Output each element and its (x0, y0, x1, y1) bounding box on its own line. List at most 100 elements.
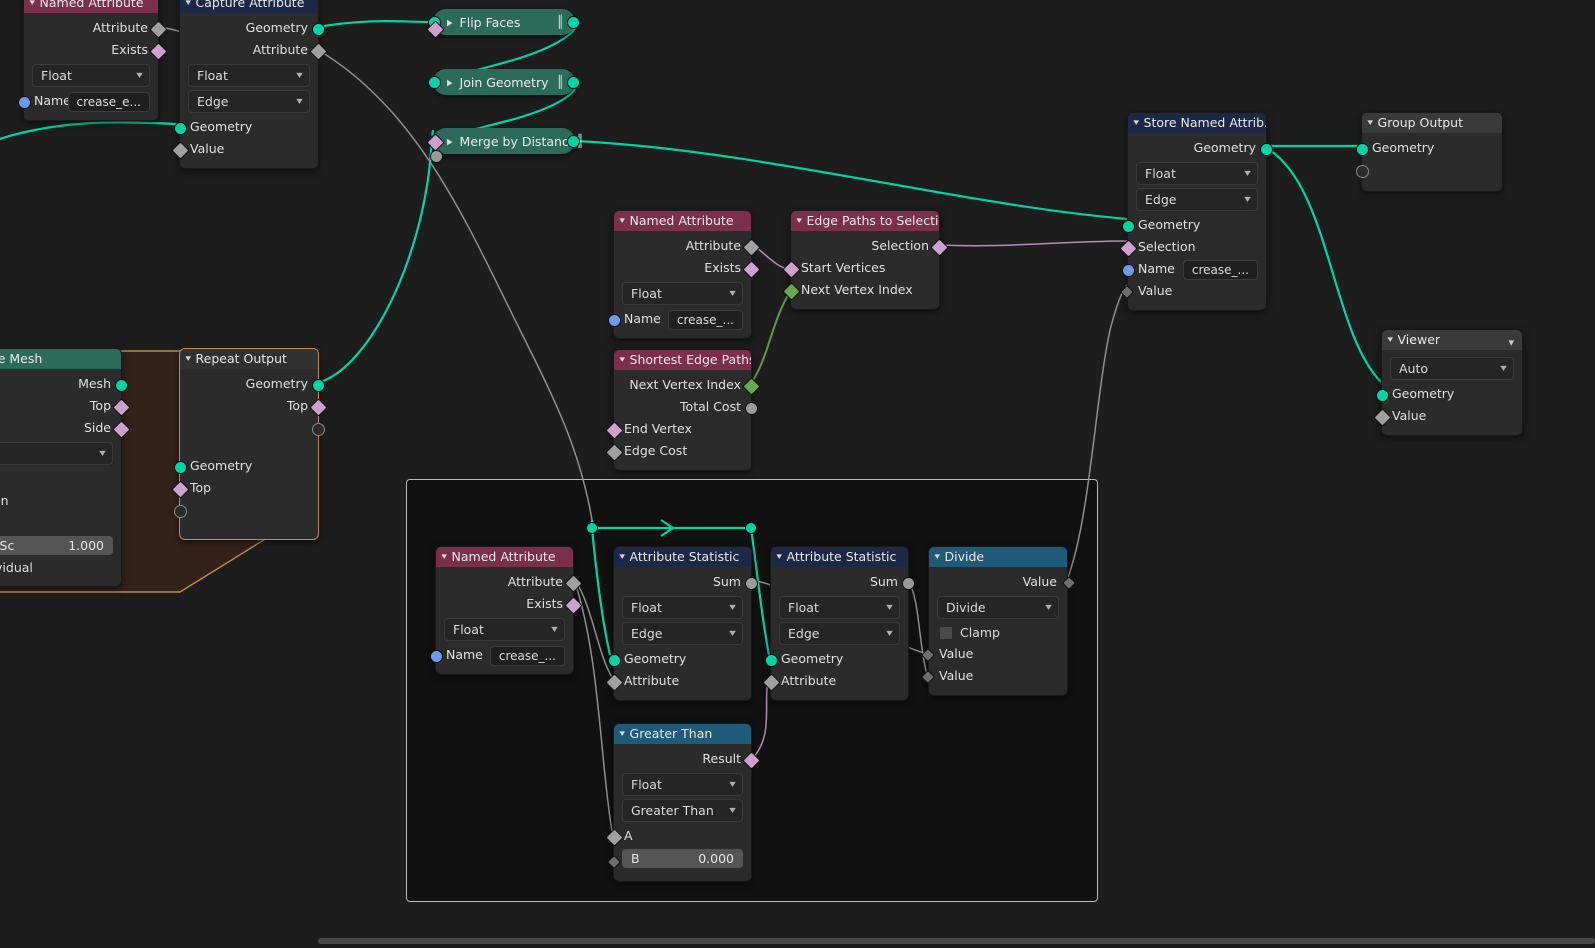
node-header[interactable]: ▾ Repeat Output (180, 349, 318, 369)
dropdown-data-type[interactable]: Float ▾ (622, 282, 743, 305)
node-editor-canvas[interactable]: ▾ Named Attribute Attribute Exists Float… (0, 0, 1595, 948)
chevron-down-icon[interactable]: ▾ (776, 547, 782, 567)
node-header[interactable]: ▾ Divide (929, 547, 1067, 567)
name-value-field[interactable]: crease_... (489, 646, 565, 666)
input-socket-name[interactable] (1121, 263, 1135, 277)
output-socket-top[interactable] (308, 397, 328, 417)
input-socket-next-vertex-index[interactable] (781, 281, 801, 301)
output-socket-geometry[interactable] (311, 378, 325, 392)
output-socket-geometry[interactable] (567, 134, 580, 148)
horizontal-scrollbar[interactable] (318, 938, 1595, 944)
output-socket-geometry[interactable] (311, 22, 325, 36)
chevron-down-icon[interactable]: ▾ (934, 547, 940, 567)
node-header[interactable]: ▾ Greater Than (614, 724, 751, 744)
input-socket-top[interactable] (170, 479, 190, 499)
chevron-right-icon[interactable]: ▸ (447, 74, 453, 90)
chevron-down-icon[interactable]: ▾ (796, 211, 802, 231)
checkbox-individual[interactable]: Individual (0, 557, 121, 578)
node-join-geometry[interactable]: ▸ Join Geometry ║ (428, 69, 580, 95)
output-socket-total-cost[interactable] (744, 401, 758, 415)
viewer-toggle-icon[interactable]: ▾ (1508, 333, 1514, 353)
chevron-down-icon[interactable]: ▾ (619, 350, 625, 370)
output-socket-mesh[interactable] (114, 378, 128, 392)
node-capture-attribute[interactable]: ▾ Capture Attribute Geometry Attribute F… (170, 0, 328, 169)
node-header[interactable]: ▾ Group Output (1362, 113, 1502, 133)
node-flip-faces[interactable]: ▸ Flip Faces ║ (428, 9, 580, 35)
dropdown-domain[interactable]: Edge ▾ (188, 90, 310, 113)
node-extrude-mesh[interactable]: ▾ Extrude Mesh Mesh Top Side Faces ▾ (0, 348, 131, 587)
dropdown-data-type[interactable]: Float ▾ (444, 618, 565, 641)
output-socket-next-vertex-index[interactable] (741, 376, 761, 396)
input-socket-geometry[interactable] (1375, 388, 1389, 402)
chevron-right-icon[interactable]: ▸ (447, 14, 453, 30)
input-socket-name[interactable] (429, 649, 443, 663)
chevron-down-icon[interactable]: ▾ (185, 0, 191, 13)
dropdown-domain[interactable]: Edge ▾ (1136, 188, 1258, 211)
input-socket-value[interactable] (1119, 284, 1134, 300)
dropdown-operation[interactable]: Greater Than ▾ (622, 799, 743, 822)
input-socket-selection[interactable] (1118, 238, 1138, 258)
chevron-down-icon[interactable]: ▾ (1367, 113, 1373, 133)
output-socket-top[interactable] (111, 397, 131, 417)
dropdown-data-type[interactable]: Float ▾ (622, 773, 743, 796)
merge-distance-socket[interactable] (430, 150, 443, 163)
input-socket-geometry[interactable] (1121, 219, 1135, 233)
dropdown-data-type[interactable]: Float ▾ (622, 596, 743, 619)
input-socket-add[interactable] (1355, 164, 1369, 178)
node-attribute-statistic-2[interactable]: ▾ Attribute Statistic Sum Float ▾ Edge ▾… (761, 546, 915, 701)
output-socket-exists[interactable] (741, 259, 761, 279)
chevron-down-icon[interactable]: ▾ (1387, 330, 1393, 350)
output-socket-attribute[interactable] (308, 41, 328, 61)
output-socket-selection[interactable] (929, 237, 949, 257)
input-socket-geometry[interactable] (428, 75, 441, 89)
input-socket-edge-cost[interactable] (604, 442, 624, 462)
output-socket-sum[interactable] (744, 576, 758, 590)
node-header[interactable]: ▾ Named Attribute (436, 547, 573, 567)
input-b-slider[interactable]: B 0.000 (622, 849, 743, 868)
name-value-field[interactable]: crease_e... (67, 92, 150, 112)
dropdown-data-type[interactable]: Float ▾ (32, 64, 150, 87)
input-socket-geometry[interactable] (764, 653, 778, 667)
output-socket-attribute[interactable] (148, 19, 168, 39)
output-socket-sum[interactable] (901, 576, 915, 590)
node-repeat-output[interactable]: ▾ Repeat Output Geometry Top Geometry To… (170, 348, 328, 540)
node-header[interactable]: ▾ Store Named Attrib... (1128, 113, 1266, 133)
offset-scale-slider[interactable]: Offset Sc 1.000 (0, 536, 113, 555)
node-header[interactable]: ▾ Attribute Statistic (771, 547, 908, 567)
chevron-down-icon[interactable]: ▾ (441, 547, 447, 567)
node-shortest-edge-paths[interactable]: ▾ Shortest Edge Paths Next Vertex Index … (604, 349, 761, 471)
input-socket-geometry[interactable] (607, 653, 621, 667)
output-socket-geometry[interactable] (1259, 142, 1273, 156)
dropdown-operation[interactable]: Divide ▾ (937, 596, 1059, 619)
dropdown-data-type[interactable]: Float ▾ (188, 64, 310, 87)
node-header[interactable]: ▾ Viewer ▾ (1382, 330, 1522, 350)
input-socket-start-vertices[interactable] (781, 259, 801, 279)
input-socket-add[interactable] (173, 504, 187, 518)
chevron-down-icon[interactable]: ▾ (619, 211, 625, 231)
chevron-down-icon[interactable]: ▾ (619, 724, 625, 744)
node-merge-by-distance[interactable]: ▸ Merge by Distance ║ (428, 128, 584, 154)
input-socket-value[interactable] (1372, 407, 1392, 427)
checkbox-clamp[interactable]: Clamp (929, 622, 1067, 643)
checkbox-box[interactable] (939, 625, 953, 640)
node-header[interactable]: ▾ Capture Attribute (180, 0, 318, 13)
node-header[interactable]: ▾ Shortest Edge Paths (614, 350, 751, 370)
node-greater-than[interactable]: ▾ Greater Than Result Float ▾ Greater Th… (604, 723, 761, 882)
node-viewer[interactable]: ▾ Viewer ▾ Auto ▾ Geometry Value (1372, 329, 1523, 436)
input-socket-geometry[interactable] (1355, 142, 1369, 156)
chevron-down-icon[interactable]: ▾ (619, 547, 625, 567)
output-socket-side[interactable] (111, 419, 131, 439)
node-store-named-attribute[interactable]: ▾ Store Named Attrib... Geometry Float ▾… (1118, 112, 1273, 311)
node-named-attribute-frame[interactable]: ▾ Named Attribute Attribute Exists Float… (429, 546, 583, 675)
chevron-down-icon[interactable]: ▾ (185, 349, 191, 369)
node-header[interactable]: ▾ Edge Paths to Selection (791, 211, 939, 231)
output-socket-exists[interactable] (148, 41, 168, 61)
node-header[interactable]: ▾ Named Attribute (24, 0, 158, 13)
output-socket-attribute[interactable] (741, 237, 761, 257)
chevron-right-icon[interactable]: ▸ (447, 133, 453, 149)
dropdown-mode[interactable]: Faces ▾ (0, 442, 113, 465)
chevron-down-icon[interactable]: ▾ (1133, 113, 1139, 133)
node-named-attribute-mid[interactable]: ▾ Named Attribute Attribute Exists Float… (607, 210, 761, 339)
chevron-down-icon[interactable]: ▾ (29, 0, 35, 13)
node-edge-paths-to-selection[interactable]: ▾ Edge Paths to Selection Selection Star… (781, 210, 949, 310)
